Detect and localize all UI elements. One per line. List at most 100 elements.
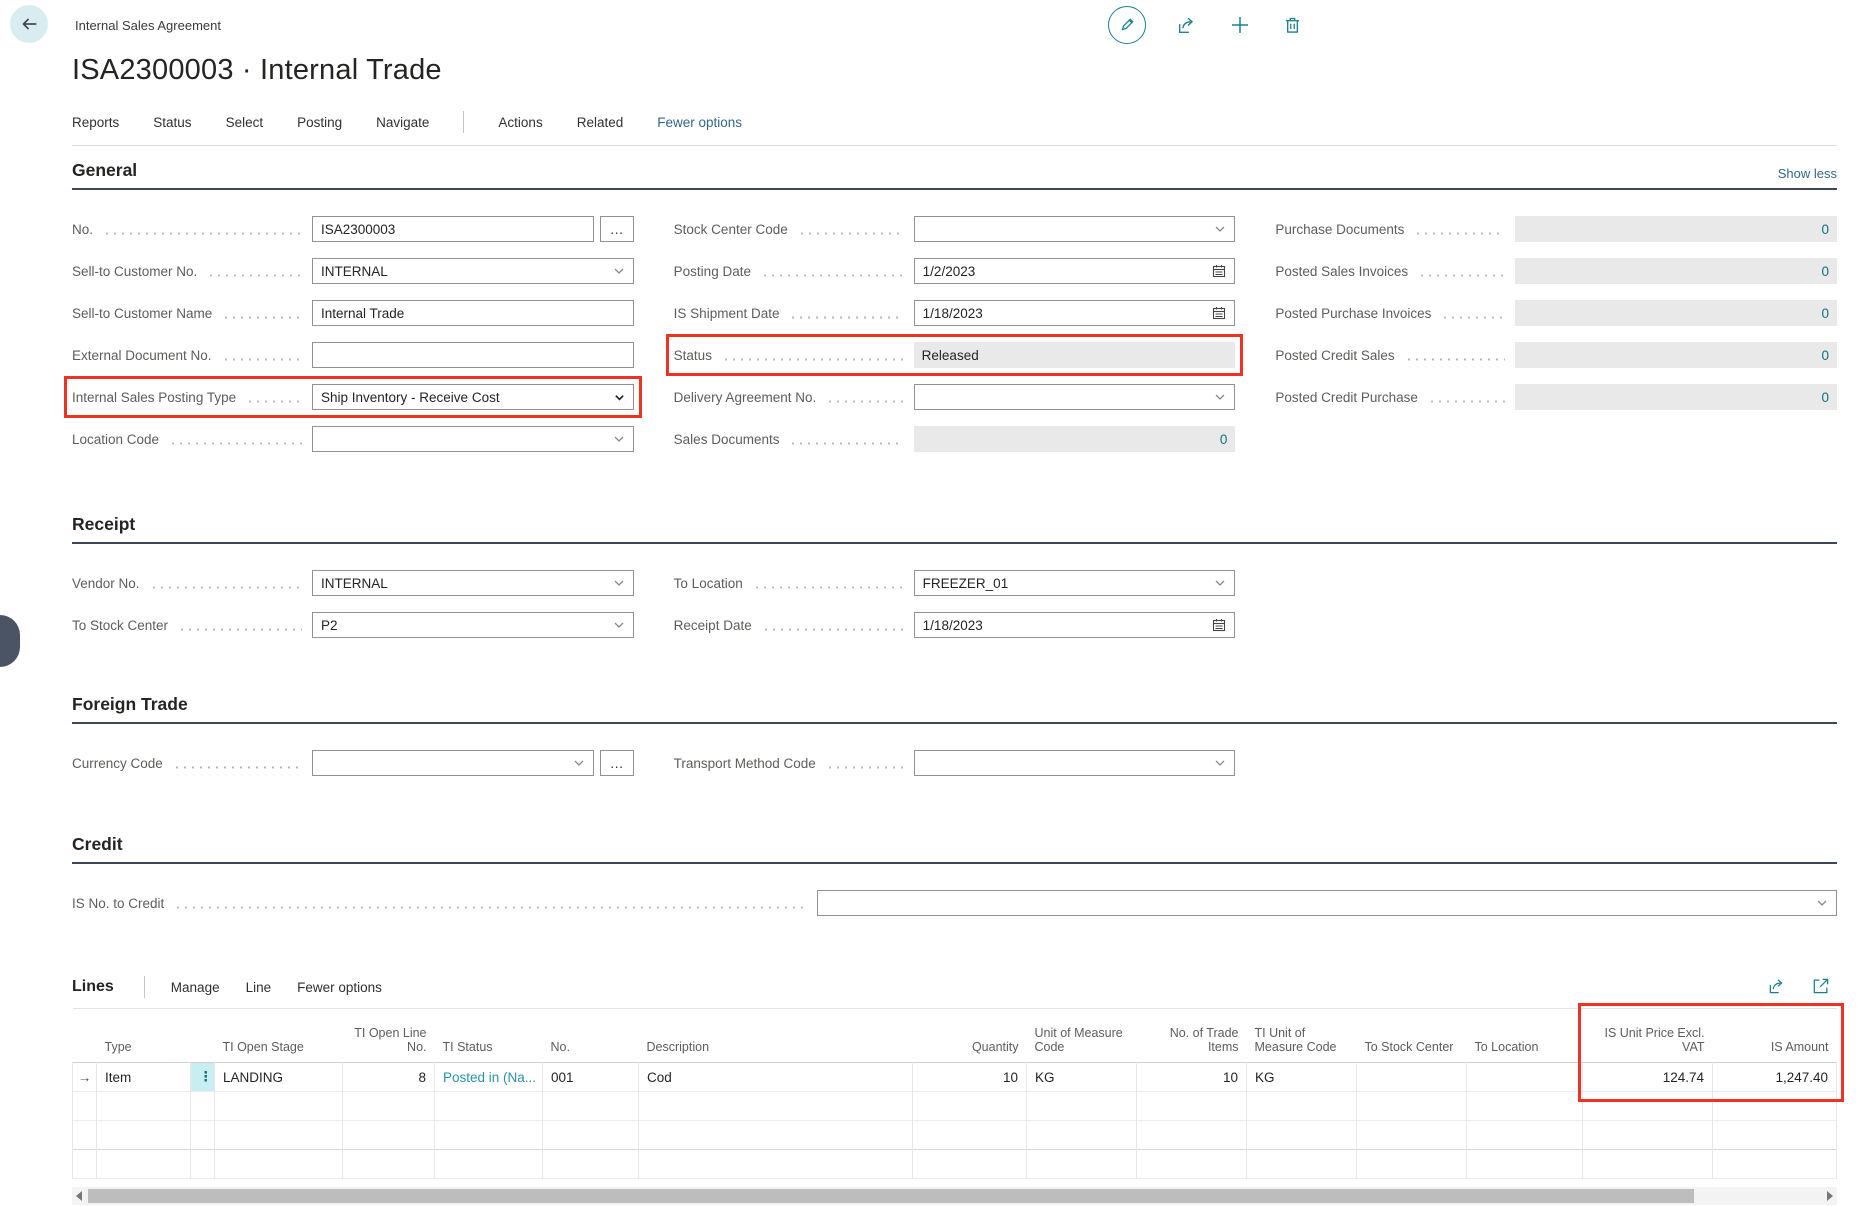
cell-to-location[interactable] <box>1467 1063 1583 1092</box>
posted-credit-purchase-value[interactable]: 0 <box>1515 384 1837 410</box>
receipt-date-input[interactable]: 1/18/2023 <box>914 612 1236 638</box>
empty-cell[interactable] <box>73 1092 97 1121</box>
col-is-amount[interactable]: IS Amount <box>1713 1009 1837 1063</box>
col-unit-of-measure-code[interactable]: Unit of Measure Code <box>1027 1009 1137 1063</box>
vendor-no-input[interactable]: INTERNAL <box>312 570 634 596</box>
col-ti-status[interactable]: TI Status <box>435 1009 543 1063</box>
cell-to-stock-center[interactable] <box>1357 1063 1467 1092</box>
empty-cell[interactable] <box>97 1092 191 1121</box>
currency-code-input[interactable] <box>312 750 594 776</box>
menu-related[interactable]: Related <box>577 115 624 130</box>
is-shipment-date-input[interactable]: 1/18/2023 <box>914 300 1236 326</box>
posted-credit-sales-value[interactable]: 0 <box>1515 342 1837 368</box>
cell-ti-open-line-no[interactable]: 8 <box>343 1063 435 1092</box>
cell-ti-status-link[interactable]: Posted in (Na... <box>435 1063 543 1092</box>
col-ti-open-line-no[interactable]: TI Open Line No. <box>343 1009 435 1063</box>
empty-cell[interactable] <box>1583 1121 1713 1150</box>
empty-cell[interactable] <box>543 1121 639 1150</box>
share-button[interactable] <box>1176 14 1198 36</box>
calendar-icon[interactable] <box>1212 264 1226 278</box>
empty-cell[interactable] <box>435 1121 543 1150</box>
stock-center-code-input[interactable] <box>914 216 1236 242</box>
empty-cell[interactable] <box>191 1092 215 1121</box>
empty-cell[interactable] <box>1713 1092 1837 1121</box>
menu-status[interactable]: Status <box>153 115 191 130</box>
cell-no[interactable]: 001 <box>543 1063 639 1092</box>
empty-cell[interactable] <box>73 1150 97 1179</box>
empty-cell[interactable] <box>1467 1150 1583 1179</box>
empty-cell[interactable] <box>639 1121 913 1150</box>
sell-to-customer-no-input[interactable]: INTERNAL <box>312 258 634 284</box>
scrollbar-thumb[interactable] <box>88 1189 1694 1203</box>
fewer-options-button[interactable]: Fewer options <box>657 115 742 130</box>
chevron-down-icon[interactable] <box>613 577 625 589</box>
lines-share-button[interactable] <box>1767 976 1787 996</box>
delete-button[interactable] <box>1282 15 1303 36</box>
scroll-left-arrow[interactable] <box>76 1191 82 1201</box>
edit-button[interactable] <box>1108 6 1146 44</box>
new-button[interactable] <box>1228 13 1252 37</box>
menu-actions[interactable]: Actions <box>498 115 542 130</box>
empty-cell[interactable] <box>191 1150 215 1179</box>
back-button[interactable] <box>10 5 48 43</box>
chevron-down-icon[interactable] <box>613 619 625 631</box>
chevron-down-icon[interactable] <box>1214 577 1226 589</box>
cell-no-of-trade-items[interactable]: 10 <box>1137 1063 1247 1092</box>
to-location-input[interactable]: FREEZER_01 <box>914 570 1236 596</box>
empty-cell[interactable] <box>1247 1150 1357 1179</box>
posted-sales-invoices-value[interactable]: 0 <box>1515 258 1837 284</box>
chevron-down-icon[interactable] <box>1214 223 1226 235</box>
empty-cell[interactable] <box>1137 1150 1247 1179</box>
empty-cell[interactable] <box>1137 1121 1247 1150</box>
empty-cell[interactable] <box>543 1092 639 1121</box>
calendar-icon[interactable] <box>1212 618 1226 632</box>
sales-documents-value[interactable]: 0 <box>914 426 1236 452</box>
col-to-location[interactable]: To Location <box>1467 1009 1583 1063</box>
empty-cell[interactable] <box>1713 1150 1837 1179</box>
no-input[interactable]: ISA2300003 <box>312 216 594 242</box>
col-no-of-trade-items[interactable]: No. of Trade Items <box>1137 1009 1247 1063</box>
empty-cell[interactable] <box>1583 1150 1713 1179</box>
show-less-link[interactable]: Show less <box>1778 166 1837 181</box>
empty-cell[interactable] <box>639 1150 913 1179</box>
empty-cell[interactable] <box>1583 1092 1713 1121</box>
col-to-stock-center[interactable]: To Stock Center <box>1357 1009 1467 1063</box>
select-arrow-icon[interactable] <box>614 392 625 403</box>
lines-menu-manage[interactable]: Manage <box>171 980 220 995</box>
cell-description[interactable]: Cod <box>639 1063 913 1092</box>
empty-cell[interactable] <box>343 1121 435 1150</box>
transport-method-code-input[interactable] <box>914 750 1236 776</box>
posting-date-input[interactable]: 1/2/2023 <box>914 258 1236 284</box>
empty-cell[interactable] <box>1467 1092 1583 1121</box>
chevron-down-icon[interactable] <box>573 757 585 769</box>
chevron-down-icon[interactable] <box>1816 897 1828 909</box>
no-assist-button[interactable]: … <box>600 216 634 242</box>
side-pane-handle[interactable] <box>0 615 20 667</box>
col-ti-open-stage[interactable]: TI Open Stage <box>215 1009 343 1063</box>
menu-reports[interactable]: Reports <box>72 115 119 130</box>
external-document-no-input[interactable] <box>312 342 634 368</box>
empty-cell[interactable] <box>1027 1150 1137 1179</box>
empty-cell[interactable] <box>1357 1092 1467 1121</box>
empty-cell[interactable] <box>1027 1121 1137 1150</box>
chevron-down-icon[interactable] <box>1214 757 1226 769</box>
menu-navigate[interactable]: Navigate <box>376 115 429 130</box>
purchase-documents-value[interactable]: 0 <box>1515 216 1837 242</box>
horizontal-scrollbar[interactable] <box>72 1187 1837 1205</box>
internal-sales-posting-type-select[interactable]: Ship Inventory - Receive Cost <box>312 384 634 410</box>
col-type[interactable]: Type <box>97 1009 191 1063</box>
empty-cell[interactable] <box>73 1121 97 1150</box>
empty-cell[interactable] <box>913 1121 1027 1150</box>
empty-cell[interactable] <box>1247 1092 1357 1121</box>
empty-cell[interactable] <box>1027 1092 1137 1121</box>
empty-cell[interactable] <box>215 1121 343 1150</box>
empty-cell[interactable] <box>913 1150 1027 1179</box>
col-quantity[interactable]: Quantity <box>913 1009 1027 1063</box>
cell-is-amount[interactable]: 1,247.40 <box>1713 1063 1837 1092</box>
cell-quantity[interactable]: 10 <box>913 1063 1027 1092</box>
scroll-right-arrow[interactable] <box>1827 1191 1833 1201</box>
col-is-unit-price-excl-vat[interactable]: IS Unit Price Excl. VAT <box>1583 1009 1713 1063</box>
chevron-down-icon[interactable] <box>613 433 625 445</box>
sell-to-customer-name-input[interactable]: Internal Trade <box>312 300 634 326</box>
row-options-button[interactable]: ⋮ <box>191 1063 215 1092</box>
